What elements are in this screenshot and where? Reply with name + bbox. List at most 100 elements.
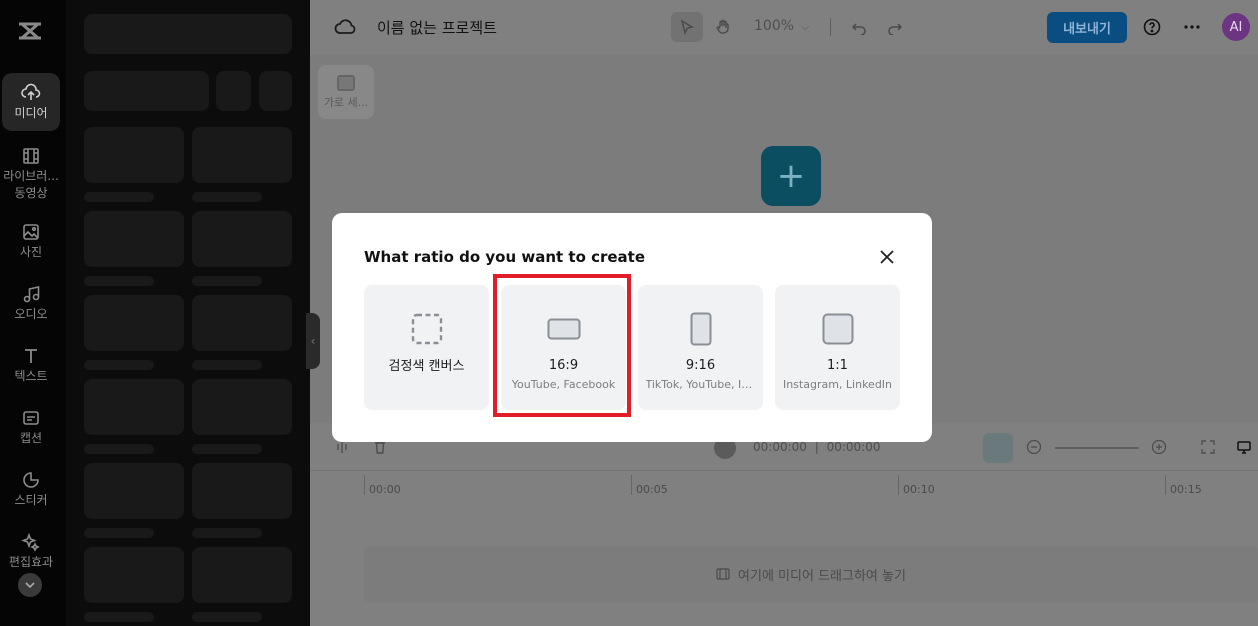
ratio-option-label: 검정색 캔버스 xyxy=(388,359,465,374)
image-icon xyxy=(23,224,39,240)
music-icon xyxy=(23,286,40,303)
preview-monitor-button[interactable] xyxy=(1234,437,1254,457)
skeleton-button xyxy=(216,71,251,111)
ratio-option-9-16[interactable]: 9:16 TikTok, YouTube, Instagram xyxy=(638,285,763,410)
skeleton-caption xyxy=(84,444,154,454)
help-icon xyxy=(1143,18,1161,36)
skeleton-caption xyxy=(192,528,262,538)
rail-item-audio[interactable]: 오디오 xyxy=(2,284,60,323)
skeleton-thumb xyxy=(192,379,292,435)
rail-item-photo[interactable]: 사진 xyxy=(2,222,60,261)
portrait-rect-icon xyxy=(690,312,712,346)
skeleton-caption xyxy=(192,360,262,370)
rail-item-library-video[interactable]: 라이브러... 동영상 xyxy=(2,146,60,202)
dashed-square-icon xyxy=(411,313,443,345)
dialog-title: What ratio do you want to create xyxy=(364,248,646,266)
capcut-logo-icon xyxy=(19,22,41,40)
plus-icon: + xyxy=(776,156,806,196)
undo-button[interactable] xyxy=(846,12,872,42)
timecode-total: 00:00:00 xyxy=(826,440,881,454)
skeleton-thumb xyxy=(84,379,184,435)
export-button[interactable]: 내보내기 xyxy=(1047,12,1127,43)
project-title[interactable]: 이름 없는 프로젝트 xyxy=(377,17,497,38)
more-menu-button[interactable] xyxy=(1180,12,1204,42)
rail-item-label: 오디오 xyxy=(14,307,48,321)
ruler-label: 00:15 xyxy=(1170,483,1202,496)
film-icon xyxy=(23,148,39,164)
minus-circle-icon xyxy=(1026,439,1042,455)
sticker-icon xyxy=(23,472,39,488)
zoom-out-button[interactable] xyxy=(1024,437,1044,457)
chevron-down-icon: ⌵ xyxy=(801,22,810,33)
avatar[interactable]: AI xyxy=(1222,13,1250,41)
fit-timeline-button[interactable] xyxy=(1198,437,1218,457)
help-button[interactable] xyxy=(1140,12,1164,42)
ratio-option-label: 1:1 xyxy=(827,358,848,373)
close-button[interactable] xyxy=(878,248,896,266)
rail-item-label: 스티커 xyxy=(14,493,48,507)
film-icon xyxy=(716,568,730,580)
rail-expand-button[interactable] xyxy=(18,573,42,597)
undo-icon xyxy=(851,23,866,35)
skeleton-button xyxy=(259,71,292,111)
rail-item-label: 미디어 xyxy=(14,105,48,120)
close-icon xyxy=(880,250,894,264)
aspect-ratio-chip[interactable]: 가로 세... xyxy=(318,65,374,119)
skeleton-caption xyxy=(84,360,154,370)
ruler-label: 00:00 xyxy=(369,483,401,496)
redo-icon xyxy=(888,23,903,35)
ratio-option-black-canvas[interactable]: 검정색 캔버스 xyxy=(364,285,489,410)
hand-icon xyxy=(716,19,729,34)
magnet-snap-toggle[interactable] xyxy=(983,433,1013,463)
timecode-separator: | xyxy=(814,440,819,454)
skeleton-caption xyxy=(84,276,154,286)
rail-item-sticker[interactable]: 스티커 xyxy=(2,470,60,509)
chevron-left-icon: ‹ xyxy=(310,334,316,348)
drop-zone-hint: 여기에 미디어 드래그하여 놓기 xyxy=(738,568,906,584)
zoom-value: 100% xyxy=(754,18,795,34)
rail-item-media[interactable]: 미디어 xyxy=(2,73,60,131)
square-icon xyxy=(822,313,854,345)
redo-button[interactable] xyxy=(882,12,908,42)
plus-circle-icon xyxy=(1151,439,1167,455)
ratio-option-platforms: TikTok, YouTube, Instagram xyxy=(645,378,756,391)
left-nav-rail: 미디어 라이브러... 동영상 사진 오디오 텍스트 캡션 스티커 편집효과 xyxy=(0,0,66,626)
timecode: 00:00:00 | 00:00:00 xyxy=(753,440,881,454)
ratio-option-1-1[interactable]: 1:1 Instagram, LinkedIn xyxy=(775,285,900,410)
rail-item-text[interactable]: 텍스트 xyxy=(2,346,60,385)
cloud-icon[interactable] xyxy=(334,16,358,38)
ratio-option-label: 9:16 xyxy=(685,358,716,373)
skeleton-thumb xyxy=(192,463,292,519)
zoom-select[interactable]: 100% ⌵ xyxy=(754,18,809,34)
add-media-button[interactable]: + xyxy=(761,146,821,206)
skeleton-upload xyxy=(84,71,209,111)
ruler-label: 00:10 xyxy=(903,483,935,496)
timecode-current: 00:00:00 xyxy=(753,440,807,454)
skeleton-caption xyxy=(192,612,262,622)
monitor-icon xyxy=(1237,441,1251,454)
selection-highlight-box xyxy=(493,274,631,417)
ruler-tick xyxy=(1165,475,1166,495)
media-drop-zone[interactable]: 여기에 미디어 드래그하여 놓기 xyxy=(364,546,1258,602)
rail-item-caption[interactable]: 캡션 xyxy=(2,408,60,447)
skeleton-thumb xyxy=(84,463,184,519)
skeleton-thumb xyxy=(192,127,292,183)
skeleton-caption xyxy=(84,192,154,202)
skeleton-thumb xyxy=(84,211,184,267)
zoom-in-button[interactable] xyxy=(1149,437,1169,457)
skeleton-caption xyxy=(192,444,262,454)
select-tool-button[interactable] xyxy=(671,12,703,42)
skeleton-thumb xyxy=(84,127,184,183)
text-icon xyxy=(25,349,37,363)
skeleton-thumb xyxy=(192,547,292,603)
skeleton-thumb xyxy=(192,211,292,267)
rail-item-effects[interactable]: 편집효과 xyxy=(2,532,60,571)
top-bar: 이름 없는 프로젝트 100% ⌵ 내보내기 AI xyxy=(310,0,1258,55)
rail-item-label: 라이브러... xyxy=(3,169,59,183)
rail-item-label: 사진 xyxy=(19,245,43,259)
hand-tool-button[interactable] xyxy=(708,12,738,42)
timeline-zoom-slider[interactable] xyxy=(1055,447,1139,449)
ruler-tick xyxy=(631,475,632,495)
panel-collapse-handle[interactable]: ‹ xyxy=(306,313,320,369)
skeleton-thumb xyxy=(84,547,184,603)
